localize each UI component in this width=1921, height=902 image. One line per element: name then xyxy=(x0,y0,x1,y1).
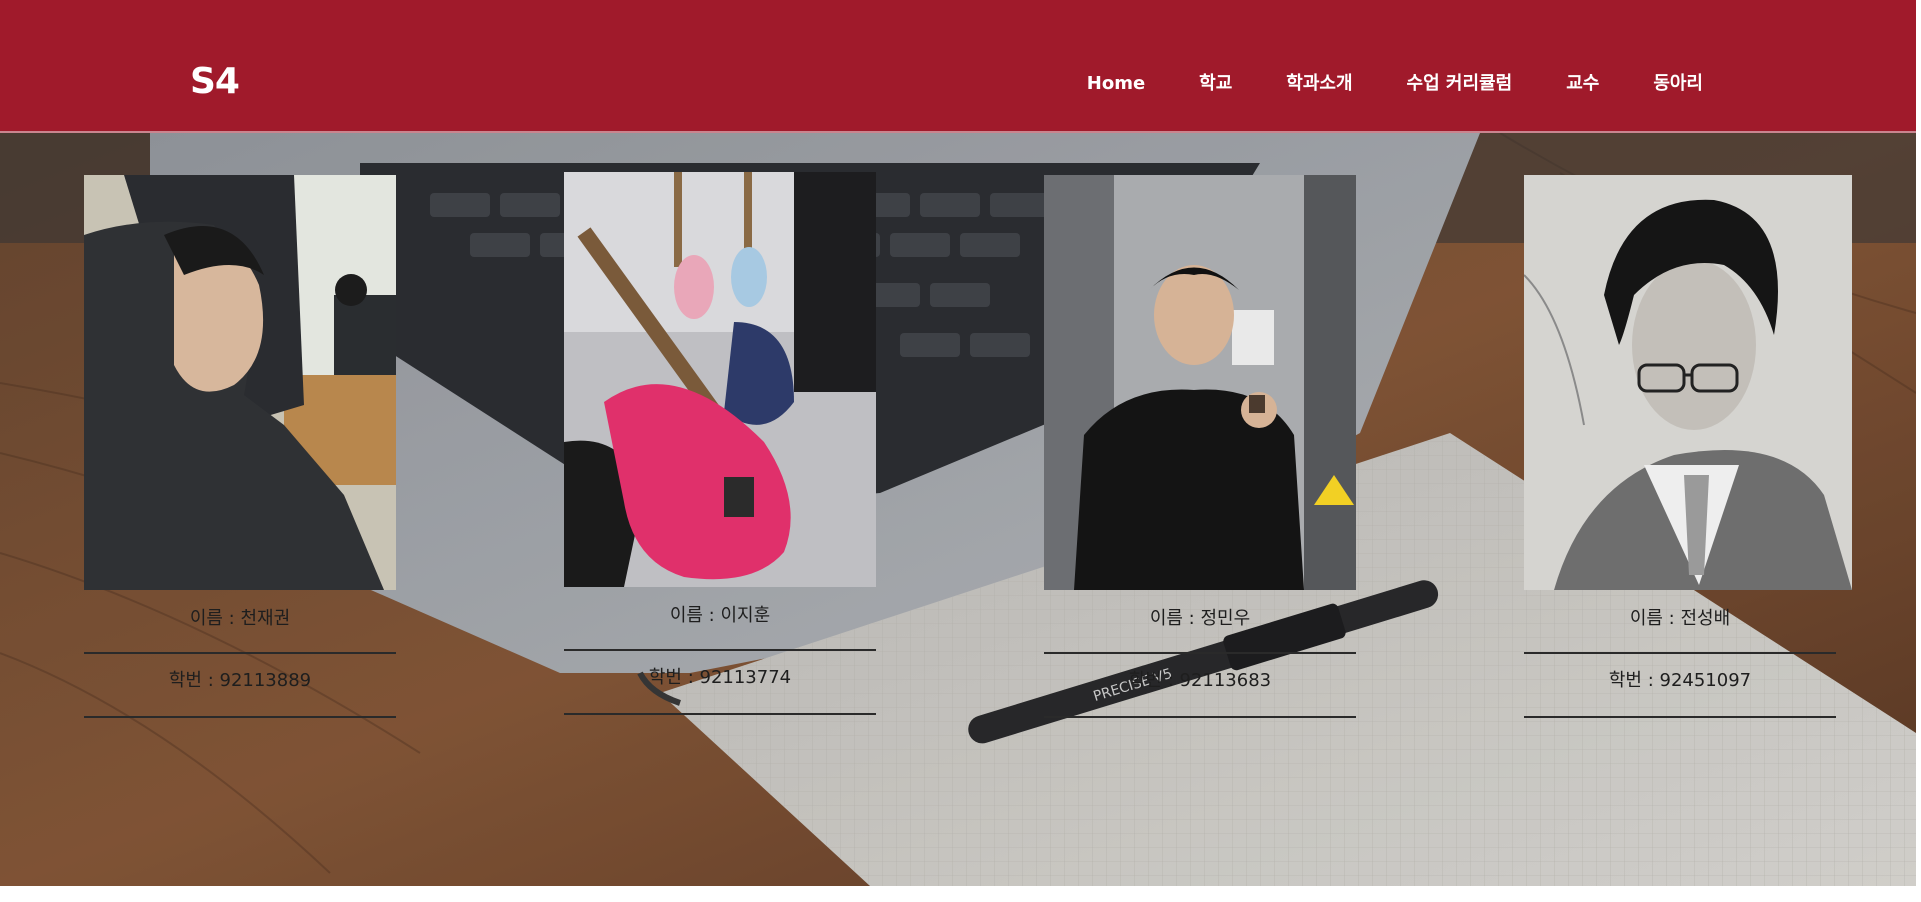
member-name: 이름 : 전성배 xyxy=(1629,608,1731,629)
nav-club[interactable]: 동아리 xyxy=(1653,72,1703,96)
divider xyxy=(84,716,396,718)
member-name: 이름 : 정민우 xyxy=(1149,608,1251,629)
person-in-hood-photo xyxy=(84,175,396,590)
page-bottom-edge xyxy=(0,886,1921,902)
nav-department[interactable]: 학과소개 xyxy=(1286,72,1352,96)
divider xyxy=(1524,716,1836,718)
main-nav: Home 학교 학과소개 수업 커리큘럼 교수 동아리 xyxy=(1087,72,1703,96)
man-with-glasses-photo xyxy=(1524,175,1852,590)
guitar-photo xyxy=(564,172,876,587)
page-right-edge xyxy=(1916,0,1921,902)
nav-professor[interactable]: 교수 xyxy=(1566,72,1599,96)
member-student-id: 학번 : 92113683 xyxy=(1128,670,1272,691)
member-name: 이름 : 천재권 xyxy=(189,608,291,629)
member-student-id: 학번 : 92113774 xyxy=(648,667,792,688)
person-in-elevator-photo xyxy=(1044,175,1356,590)
page: S4 Home 학교 학과소개 수업 커리큘럼 교수 동아리 PRECISE V… xyxy=(0,0,1921,902)
member-student-id: 학번 : 92451097 xyxy=(1608,670,1752,691)
site-logo[interactable]: S4 xyxy=(190,60,240,104)
nav-school[interactable]: 학교 xyxy=(1199,72,1232,96)
member-name: 이름 : 이지훈 xyxy=(669,605,771,626)
site-header: S4 Home 학교 학과소개 수업 커리큘럼 교수 동아리 xyxy=(0,0,1916,133)
divider xyxy=(84,652,396,654)
divider xyxy=(564,713,876,715)
nav-curriculum[interactable]: 수업 커리큘럼 xyxy=(1407,72,1513,96)
nav-home[interactable]: Home xyxy=(1087,72,1145,96)
member-student-id: 학번 : 92113889 xyxy=(168,670,312,691)
divider xyxy=(1044,652,1356,654)
divider xyxy=(564,649,876,651)
divider xyxy=(1524,652,1836,654)
divider xyxy=(1044,716,1356,718)
